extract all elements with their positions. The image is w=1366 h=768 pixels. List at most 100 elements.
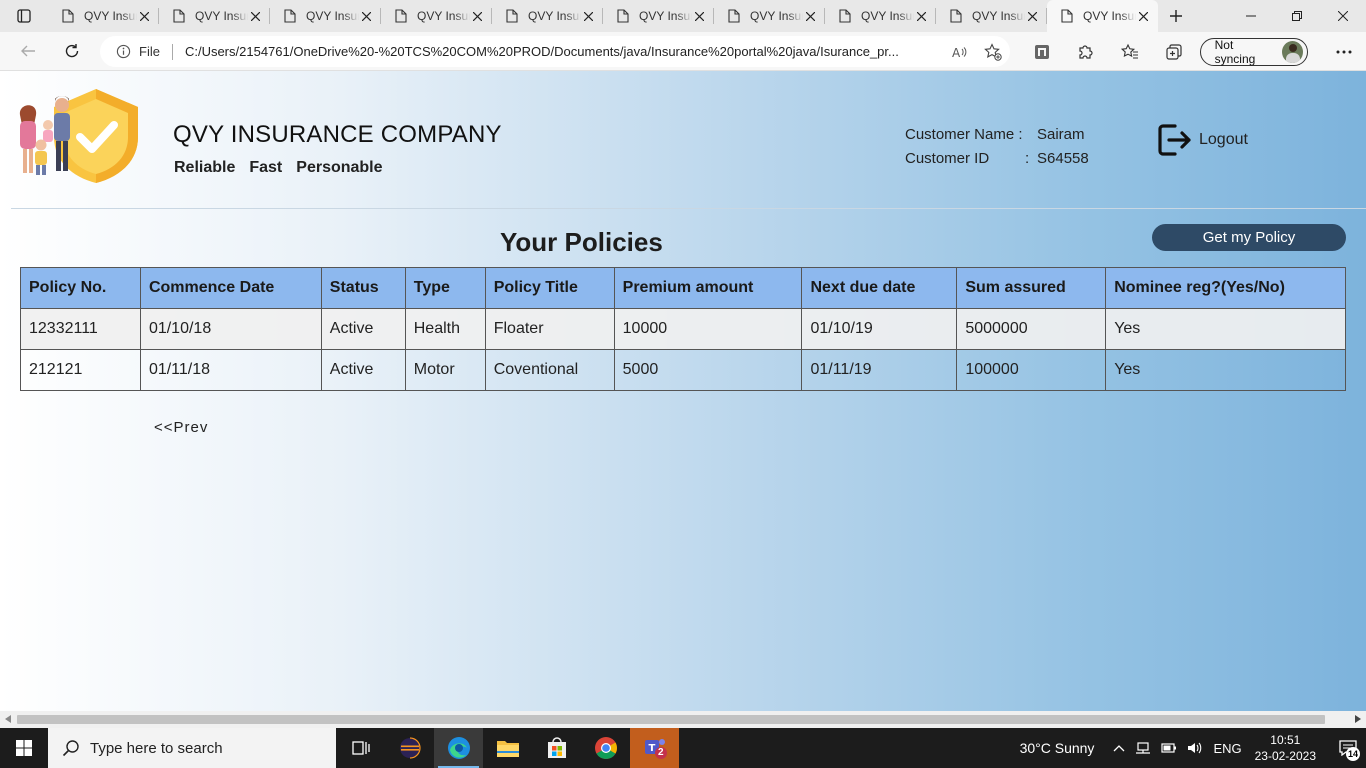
close-tab-button[interactable]: [692, 9, 706, 23]
browser-tab[interactable]: QVY Insurance Company: [936, 0, 1047, 32]
close-tab-button[interactable]: [470, 9, 484, 23]
settings-more-button[interactable]: [1322, 36, 1366, 68]
language-indicator[interactable]: ENG: [1213, 741, 1241, 756]
volume-button[interactable]: [1187, 741, 1203, 755]
browser-tab[interactable]: QVY Insurance Company: [825, 0, 936, 32]
browser-tab[interactable]: QVY Insurance Company: [714, 0, 825, 32]
close-tab-button[interactable]: [137, 9, 151, 23]
table-cell: Motor: [404, 349, 486, 391]
close-tab-button[interactable]: [1136, 9, 1150, 23]
show-hidden-icons-button[interactable]: [1113, 744, 1125, 752]
browser-tab[interactable]: QVY Insurance Company: [492, 0, 603, 32]
restore-button[interactable]: [1274, 0, 1320, 32]
table-cell: Coventional: [484, 349, 615, 391]
table-cell: Active: [320, 349, 406, 391]
back-button[interactable]: [10, 35, 46, 67]
clock-time: 10:51: [1270, 733, 1301, 747]
read-aloud-button[interactable]: A: [942, 44, 976, 60]
table-cell: 01/10/18: [139, 308, 322, 350]
page-icon: [395, 9, 407, 23]
browser-tab[interactable]: QVY Insurance Company: [381, 0, 492, 32]
notifications-button[interactable]: 14: [1330, 728, 1366, 768]
microsoft-store-button[interactable]: [532, 728, 581, 768]
column-header: Next due date: [801, 267, 958, 309]
table-cell: Health: [404, 308, 486, 350]
close-icon: [1338, 11, 1348, 21]
browser-tab[interactable]: QVY Insurance Company: [603, 0, 714, 32]
close-tab-button[interactable]: [803, 9, 817, 23]
clock[interactable]: 10:51 23-02-2023: [1255, 732, 1316, 764]
favorites-button[interactable]: [1108, 36, 1152, 68]
page-icon: [62, 9, 74, 23]
start-button[interactable]: [0, 728, 48, 768]
company-tagline: Reliable Fast Personable: [174, 159, 383, 177]
new-tab-button[interactable]: [1158, 0, 1194, 32]
teams-app-button[interactable]: T 2: [630, 728, 679, 768]
browser-tab[interactable]: QVY Insurance Company: [159, 0, 270, 32]
task-view-button[interactable]: [336, 728, 385, 768]
tab-title: QVY Insurance Company: [750, 9, 803, 23]
close-icon: [1138, 11, 1148, 21]
search-placeholder: Type here to search: [90, 739, 223, 757]
logout-button[interactable]: Logout: [1157, 123, 1248, 157]
back-arrow-icon: [21, 45, 35, 57]
scroll-left-arrow-icon[interactable]: [5, 715, 11, 723]
close-tab-button[interactable]: [914, 9, 928, 23]
table-header-row: Policy No. Commence Date Status Type Policy …: [20, 267, 1346, 309]
minimize-button[interactable]: [1228, 0, 1274, 32]
tab-title: QVY Insurance Company: [528, 9, 581, 23]
refresh-button[interactable]: [54, 35, 90, 67]
extensions-button[interactable]: [1064, 36, 1108, 68]
table-cell: 10000: [613, 308, 803, 350]
policies-table: Policy No. Commence Date Status Type Policy …: [20, 267, 1346, 391]
tab-title: QVY Insurance Company: [1083, 9, 1136, 23]
scrollbar-thumb[interactable]: [17, 715, 1325, 724]
collections-icon: [1166, 43, 1182, 60]
close-tab-button[interactable]: [581, 9, 595, 23]
favorite-add-button[interactable]: [976, 42, 1010, 61]
collections-button[interactable]: [1152, 36, 1196, 68]
prev-page-link[interactable]: <<Prev: [154, 419, 208, 436]
svg-text:A: A: [952, 46, 961, 60]
network-status-button[interactable]: [1135, 741, 1151, 755]
close-icon: [1027, 11, 1037, 21]
eclipse-app-button[interactable]: [385, 728, 434, 768]
restore-icon: [1292, 11, 1302, 21]
weather-widget[interactable]: 30°C Sunny: [1020, 740, 1095, 756]
tagline-reliable: Reliable: [174, 159, 236, 176]
close-tab-button[interactable]: [248, 9, 262, 23]
browser-toolbar: File C:/Users/2154761/OneDrive%20-%20TCS…: [0, 32, 1366, 71]
edge-app-button[interactable]: [434, 728, 483, 768]
battery-status-button[interactable]: [1161, 742, 1177, 754]
tab-title: QVY Insurance Company: [972, 9, 1025, 23]
browser-tab[interactable]: QVY Insurance Company: [270, 0, 381, 32]
address-divider: [171, 43, 173, 60]
close-tab-button[interactable]: [359, 9, 373, 23]
browser-tab[interactable]: QVY Insurance Company: [1047, 0, 1158, 32]
page-icon: [173, 9, 185, 23]
customer-info: Customer Name : Sairam Customer ID : S64…: [905, 123, 1089, 171]
profile-sync-button[interactable]: Not syncing: [1199, 37, 1309, 66]
column-header: Policy No.: [20, 267, 141, 309]
address-bar[interactable]: File C:/Users/2154761/OneDrive%20-%20TCS…: [100, 36, 1010, 67]
browser-tab[interactable]: QVY Insurance Company: [48, 0, 159, 32]
url-text[interactable]: C:/Users/2154761/OneDrive%20-%20TCS%20CO…: [185, 44, 942, 59]
get-my-policy-button[interactable]: Get my Policy: [1152, 224, 1346, 251]
scroll-right-arrow-icon[interactable]: [1355, 715, 1361, 723]
tab-actions-button[interactable]: [0, 0, 48, 32]
close-tab-button[interactable]: [1025, 9, 1039, 23]
close-window-button[interactable]: [1320, 0, 1366, 32]
family-shield-logo: [19, 89, 138, 183]
tab-title: QVY Insurance Company: [861, 9, 914, 23]
chrome-app-button[interactable]: [581, 728, 630, 768]
horizontal-scrollbar[interactable]: [0, 711, 1366, 728]
table-cell: Floater: [484, 308, 615, 350]
collections-sidebar-button[interactable]: [1020, 36, 1064, 68]
file-explorer-button[interactable]: [483, 728, 532, 768]
tab-title: QVY Insurance Company: [306, 9, 359, 23]
info-icon[interactable]: [116, 44, 131, 59]
logout-icon: [1158, 124, 1191, 156]
minimize-icon: [1246, 15, 1256, 17]
taskbar-search-box[interactable]: Type here to search: [48, 728, 336, 768]
close-icon: [139, 11, 149, 21]
